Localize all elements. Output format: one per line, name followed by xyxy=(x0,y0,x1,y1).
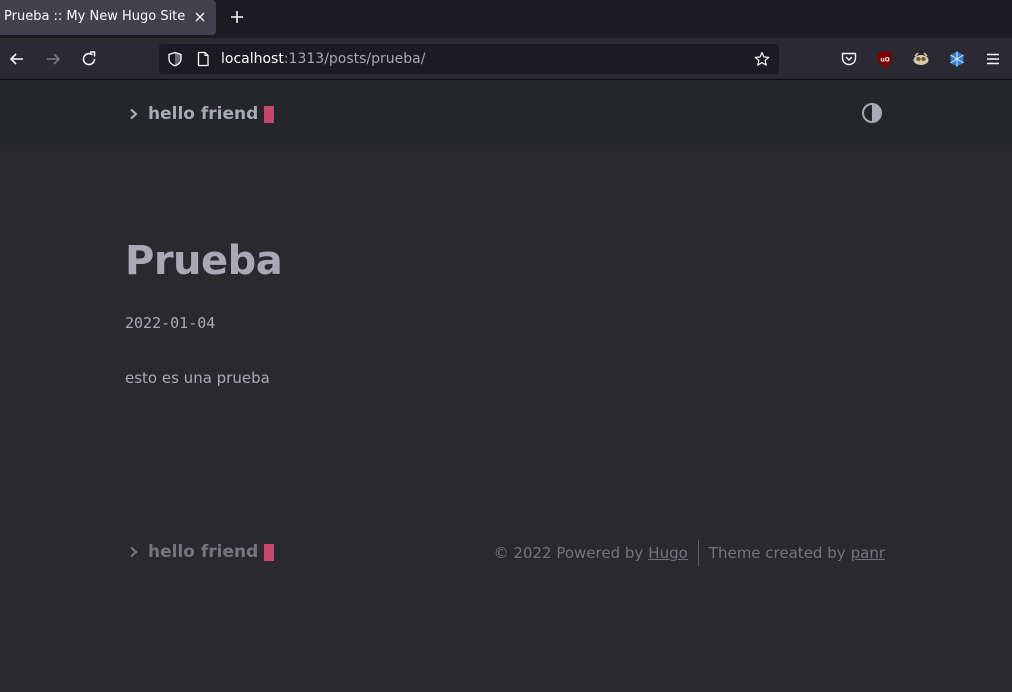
panr-link[interactable]: panr xyxy=(851,544,885,562)
copyright-divider xyxy=(697,540,699,566)
extension-icon[interactable] xyxy=(912,50,930,68)
chevron-right-icon xyxy=(130,108,138,120)
url-path: :1313/posts/prueba/ xyxy=(283,51,426,67)
hamburger-menu-icon[interactable] xyxy=(984,50,1002,68)
new-tab-icon[interactable] xyxy=(229,9,245,25)
pocket-icon[interactable] xyxy=(840,50,858,68)
chevron-right-icon xyxy=(130,546,138,558)
site-footer: hello friend © 2022 Powered by Hugo Them… xyxy=(0,530,1012,574)
footer-logo[interactable]: hello friend xyxy=(128,530,275,574)
copyright: © 2022 Powered by Hugo Theme created by … xyxy=(494,540,885,566)
tab-title: Prueba :: My New Hugo Site xyxy=(4,9,186,24)
theme-credit-text: Theme created by xyxy=(708,544,846,562)
url-text: localhost:1313/posts/prueba/ xyxy=(221,51,425,67)
post-title: Prueba xyxy=(125,238,283,284)
logo-cursor xyxy=(264,105,275,123)
logo-cursor xyxy=(264,543,275,561)
ublock-origin-icon[interactable]: uO xyxy=(876,50,894,68)
svg-text:uO: uO xyxy=(880,57,889,64)
post-content: esto es una prueba xyxy=(125,369,270,387)
post-date: 2022-01-04 xyxy=(125,314,216,332)
logo-text: hello friend xyxy=(148,104,259,124)
page-info-icon[interactable] xyxy=(195,51,211,67)
theme-toggle-icon[interactable] xyxy=(861,102,883,124)
site-logo[interactable]: hello friend xyxy=(128,80,275,148)
browser-tabstrip: Prueba :: My New Hugo Site xyxy=(0,0,1012,38)
browser-navbar: localhost:1313/posts/prueba/ uO xyxy=(0,38,1012,80)
reload-icon[interactable] xyxy=(79,49,99,69)
url-host: localhost xyxy=(221,51,284,67)
site-header: hello friend xyxy=(0,80,1012,148)
bookmark-star-icon[interactable] xyxy=(754,51,770,67)
footer-logo-text: hello friend xyxy=(148,542,259,562)
close-tab-icon[interactable] xyxy=(193,10,207,24)
hugo-link[interactable]: Hugo xyxy=(648,544,688,562)
forward-icon[interactable] xyxy=(43,49,63,69)
shield-icon[interactable] xyxy=(167,51,183,67)
container-extension-icon[interactable] xyxy=(948,50,966,68)
back-icon[interactable] xyxy=(7,49,27,69)
active-tab[interactable]: Prueba :: My New Hugo Site xyxy=(0,0,216,35)
powered-by-text: © 2022 Powered by xyxy=(493,544,644,562)
url-bar[interactable]: localhost:1313/posts/prueba/ xyxy=(159,44,779,74)
